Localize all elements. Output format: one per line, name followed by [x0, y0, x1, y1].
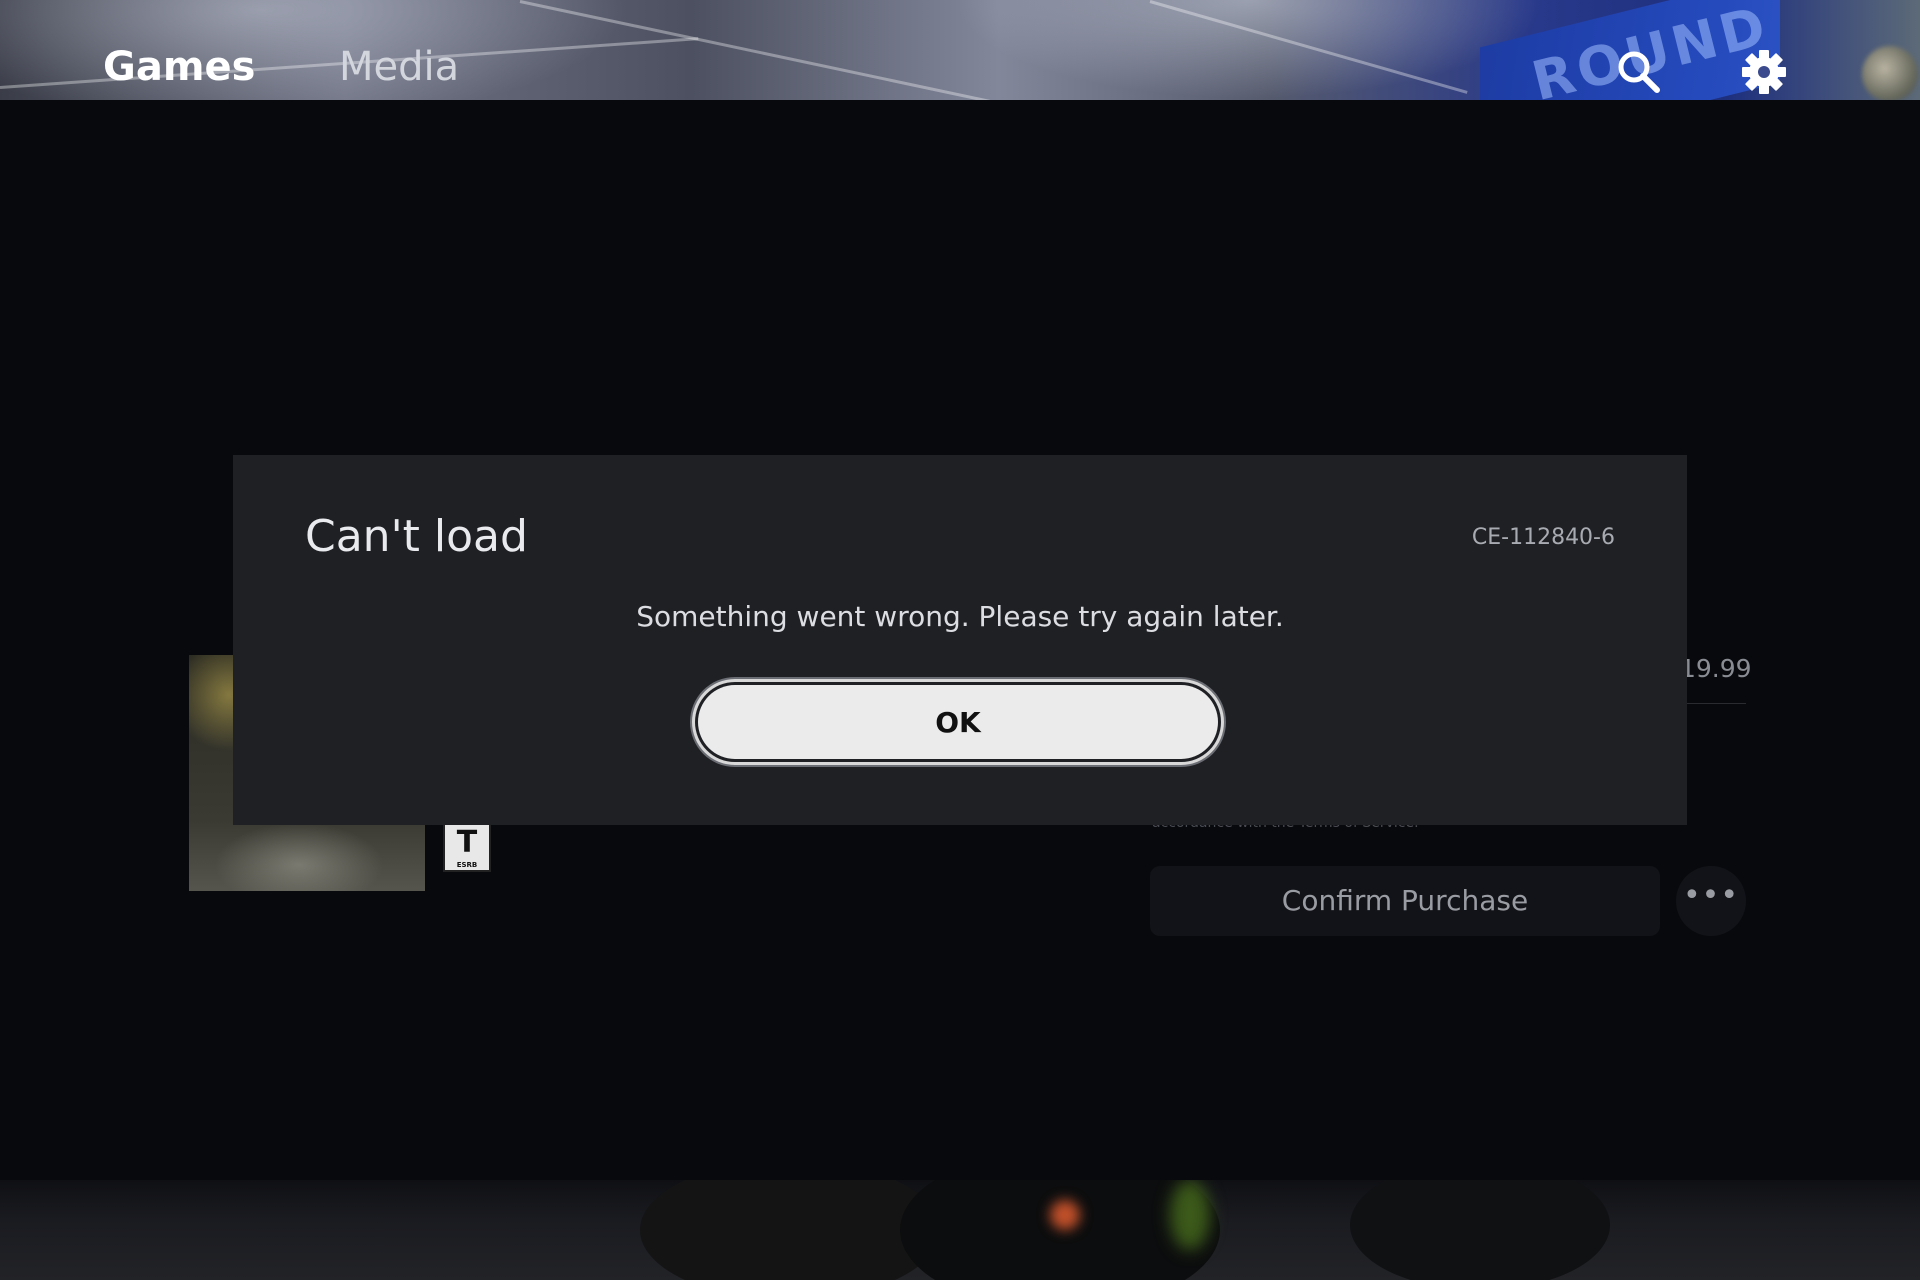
- search-icon[interactable]: [1615, 48, 1663, 96]
- top-navigation-bar: ROUND Games Media: [0, 0, 1920, 100]
- avatar[interactable]: [1862, 46, 1918, 100]
- dialog-message: Something went wrong. Please try again l…: [636, 600, 1284, 633]
- tab-games[interactable]: Games: [103, 44, 255, 90]
- gear-icon[interactable]: [1740, 48, 1788, 96]
- error-dialog: Can't load CE-112840-6 Something went wr…: [233, 455, 1687, 825]
- error-code: CE-112840-6: [1471, 525, 1615, 550]
- rating-sub-label: ESRB: [456, 861, 478, 869]
- ok-button[interactable]: OK: [698, 685, 1218, 759]
- background-artwork: [0, 1180, 1920, 1280]
- background-blob: [640, 1180, 940, 1280]
- banner-streak: [519, 0, 1069, 100]
- more-options-button[interactable]: •••: [1676, 866, 1746, 936]
- dialog-title: Can't load: [305, 511, 528, 562]
- background-blob: [1170, 1180, 1210, 1250]
- background-blob: [1050, 1200, 1080, 1230]
- confirm-purchase-button[interactable]: Confirm Purchase: [1150, 866, 1660, 936]
- rating-letter: T: [456, 825, 478, 860]
- banner-streak: [1149, 0, 1468, 94]
- background-blob: [1350, 1180, 1610, 1280]
- tab-media[interactable]: Media: [339, 44, 459, 90]
- price-label: 19.99: [1680, 654, 1752, 683]
- esrb-rating-badge: T ESRB: [443, 822, 491, 872]
